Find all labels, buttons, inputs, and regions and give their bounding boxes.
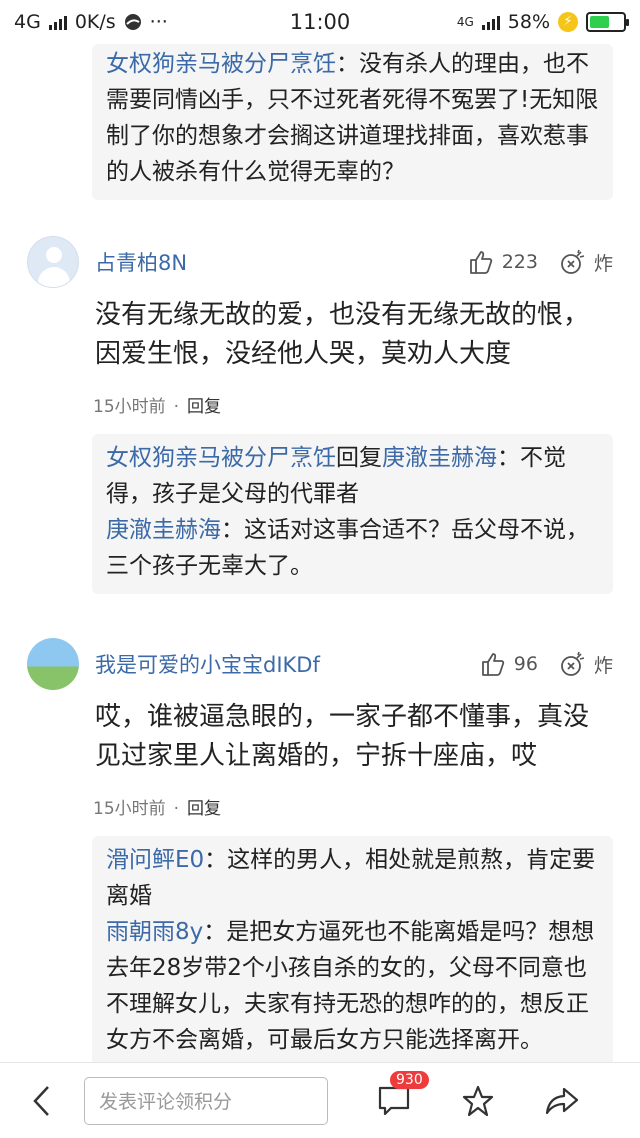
reply-button[interactable]: 回复 — [187, 397, 221, 417]
comment-username[interactable]: 占青柏8N — [95, 247, 468, 277]
clock: 11:00 — [289, 10, 351, 34]
like-button[interactable]: 96 — [480, 651, 538, 677]
reply-separator: ： — [497, 445, 520, 471]
status-bar: 4G 0K/s ··· 11:00 4G 58% ⚡ — [0, 0, 640, 44]
battery-percent: 58% — [507, 11, 550, 33]
favorite-button[interactable] — [436, 1063, 520, 1138]
comment-count-badge: 930 — [390, 1070, 429, 1089]
comment-text: 哎，谁被逼急眼的，一家子都不懂事，真没见过家里人让离婚的，宁拆十座庙，哎 — [95, 702, 590, 771]
more-notifications-icon: ··· — [149, 11, 168, 33]
avatar[interactable] — [27, 638, 79, 690]
meta-dot: · — [173, 799, 180, 819]
battery-icon — [586, 12, 629, 32]
comment-username[interactable]: 我是可爱的小宝宝dIKDf — [95, 649, 480, 679]
like-count: 223 — [501, 251, 538, 273]
comment-item: 我是可爱的小宝宝dIKDf 96 炸 哎，谁被逼急眼的，一家子都不懂事，真没见过… — [0, 634, 640, 822]
reply-author[interactable]: 女权狗亲马被分尸烹饪 — [106, 51, 336, 77]
like-button[interactable]: 223 — [468, 249, 538, 275]
reply-button[interactable]: 回复 — [187, 799, 221, 819]
share-icon — [545, 1087, 579, 1114]
app-notification-icon — [124, 14, 141, 30]
network-speed: 0K/s — [74, 11, 116, 33]
reply-author[interactable]: 庚澈圭赫海 — [106, 517, 221, 543]
boom-button[interactable]: 炸 — [560, 249, 613, 276]
reply-author[interactable]: 雨朝雨8y — [106, 919, 203, 945]
network-label: 4G — [14, 11, 41, 33]
like-count: 96 — [513, 653, 538, 675]
comment-icon — [378, 1086, 410, 1115]
meta-dot: · — [173, 397, 180, 417]
reply-author[interactable]: 滑问鲆E0 — [106, 847, 204, 873]
boom-label: 炸 — [593, 654, 613, 677]
reply-thread[interactable]: 女权狗亲马被分尸烹饪回复庚澈圭赫海：不觉得，孩子是父母的代罪者 庚澈圭赫海：这话… — [92, 434, 613, 594]
reply-separator: ： — [204, 847, 228, 873]
reply-author[interactable]: 女权狗亲马被分尸烹饪 — [106, 445, 336, 471]
reply-target[interactable]: 庚澈圭赫海 — [382, 445, 497, 471]
bomb-icon — [561, 249, 585, 274]
back-button[interactable] — [0, 1063, 84, 1138]
reply-separator: ： — [203, 919, 227, 945]
reply-separator: ： — [336, 51, 359, 77]
reply-thread[interactable]: 女权狗亲马被分尸烹饪：没有杀人的理由，也不需要同情凶手，只不过死者死得不冤罢了!… — [92, 44, 613, 200]
charging-icon: ⚡ — [558, 12, 578, 32]
bottom-toolbar: 发表评论领积分 930 — [0, 1062, 640, 1138]
star-icon — [462, 1085, 494, 1116]
boom-button[interactable]: 炸 — [560, 651, 613, 678]
reply-thread[interactable]: 滑问鲆E0：这样的男人，相处就是煎熬，肯定要离婚 雨朝雨8y：是把女方逼死也不能… — [92, 836, 613, 1062]
comment-time: 15小时前 — [93, 799, 166, 819]
thumbs-up-icon — [481, 653, 505, 676]
reply-item[interactable]: 女权狗亲马被分尸烹饪回复庚澈圭赫海：不觉得，孩子是父母的代罪者 — [106, 440, 599, 512]
reply-item[interactable]: 雨朝雨8y：是把女方逼死也不能离婚是吗？想想去年28岁带2个小孩自杀的女的，父母… — [106, 914, 599, 1058]
bomb-icon — [561, 651, 585, 676]
thumbs-up-icon — [469, 251, 492, 274]
comments-button[interactable]: 930 — [352, 1063, 436, 1138]
comment-time: 15小时前 — [93, 397, 166, 417]
comment-item: 占青柏8N 223 炸 没有无缘无故的爱，也没有无缘无故的恨，因爱生恨，没经他人… — [0, 232, 640, 420]
signal-icon — [48, 14, 67, 30]
reply-item[interactable]: 庚澈圭赫海：这话对这事合适不？岳父母不说，三个孩子无辜大了。 — [106, 512, 599, 584]
share-button[interactable] — [520, 1063, 604, 1138]
boom-label: 炸 — [593, 252, 613, 275]
comment-input[interactable]: 发表评论领积分 — [84, 1076, 328, 1125]
chevron-left-icon — [33, 1085, 49, 1116]
reply-separator: ： — [221, 517, 244, 543]
reply-mid: 回复 — [336, 445, 382, 471]
avatar[interactable] — [27, 236, 79, 288]
signal-right-icon — [481, 14, 500, 30]
reply-item[interactable]: 滑问鲆E0：这样的男人，相处就是煎熬，肯定要离婚 — [106, 842, 599, 914]
network-right-label: 4G — [456, 15, 474, 29]
comment-list: 女权狗亲马被分尸烹饪：没有杀人的理由，也不需要同情凶手，只不过死者死得不冤罢了!… — [0, 44, 640, 1062]
comment-text: 没有无缘无故的爱，也没有无缘无故的恨，因爱生恨，没经他人哭，莫劝人大度 — [95, 300, 590, 369]
